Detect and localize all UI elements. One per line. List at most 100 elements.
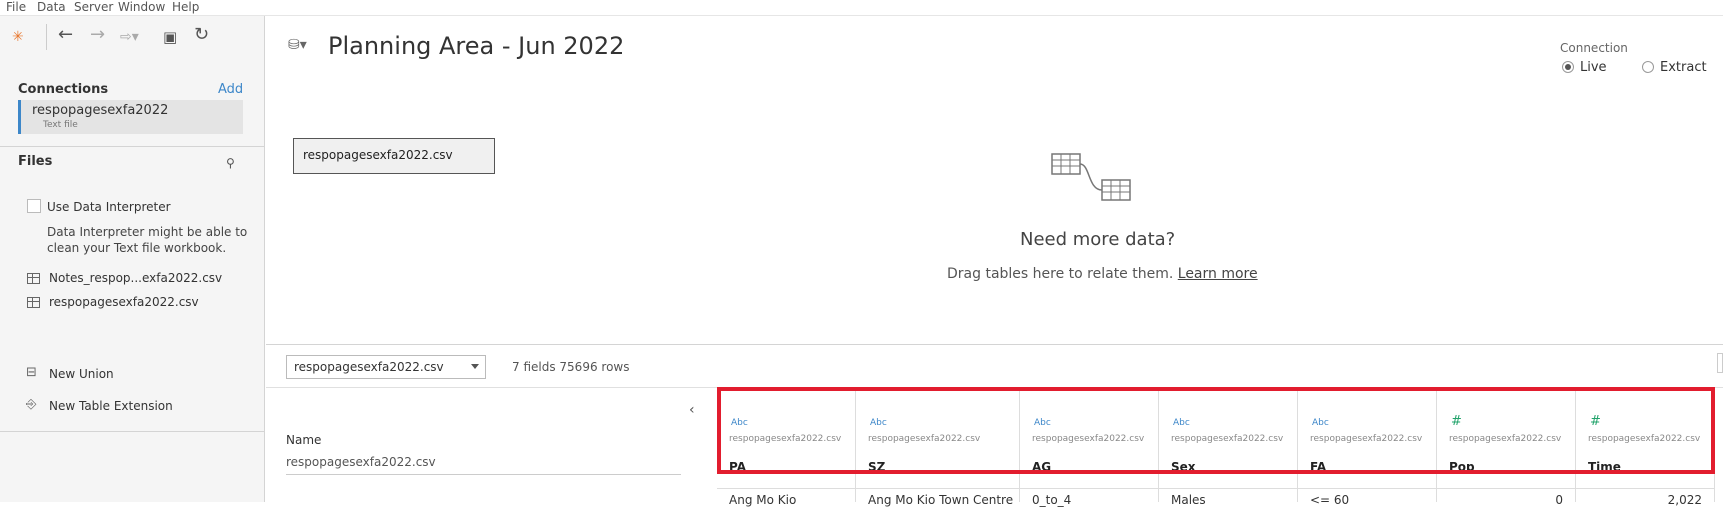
column-source: respopagesexfa2022.csv: [868, 434, 981, 444]
need-more-data-text: Drag tables here to relate them. Learn m…: [947, 266, 1258, 282]
table-cell: 2,022: [1576, 488, 1714, 507]
forward-arrow-icon[interactable]: →: [90, 26, 105, 44]
need-more-data-title: Need more data?: [1020, 229, 1176, 250]
add-connection-link[interactable]: Add: [218, 82, 243, 97]
column-pa[interactable]: Abc respopagesexfa2022.csv PA Ang Mo Kio: [717, 388, 856, 507]
page-title[interactable]: Planning Area - Jun 2022: [328, 32, 624, 60]
refresh-icon[interactable]: ↻: [194, 26, 209, 44]
column-header[interactable]: Abc respopagesexfa2022.csv Sex: [1159, 388, 1297, 488]
menu-bar: File Data Server Window Help: [0, 0, 1723, 16]
section-divider: [0, 146, 265, 147]
menu-file[interactable]: File: [6, 0, 26, 14]
menu-server[interactable]: Server: [74, 0, 113, 14]
save-icon[interactable]: ▣: [163, 28, 177, 46]
column-ag[interactable]: Abc respopagesexfa2022.csv AG 0_to_4: [1020, 388, 1159, 507]
table-select[interactable]: respopagesexfa2022.csv: [286, 355, 486, 379]
relate-tables-icon: [1051, 153, 1131, 201]
left-panel: ✳ ← → ⇨▾ ▣ ↻ Connections Add respopagese…: [0, 16, 265, 502]
column-name: Sex: [1171, 460, 1196, 474]
search-icon[interactable]: ⚲: [226, 156, 235, 170]
column-header[interactable]: # respopagesexfa2022.csv Time: [1576, 388, 1714, 488]
new-table-extension-item[interactable]: New Table Extension: [49, 399, 173, 413]
data-interpreter-label: Use Data Interpreter: [47, 200, 171, 214]
column-header[interactable]: Abc respopagesexfa2022.csv FA: [1298, 388, 1436, 488]
column-header[interactable]: Abc respopagesexfa2022.csv AG: [1020, 388, 1158, 488]
column-sex[interactable]: Abc respopagesexfa2022.csv Sex Males: [1159, 388, 1298, 507]
panel-divider: [266, 344, 1723, 345]
toolbar: ✳ ← → ⇨▾ ▣ ↻: [0, 16, 265, 60]
connection-item[interactable]: respopagesexfa2022 Text file: [18, 100, 243, 134]
table-select-value: respopagesexfa2022.csv: [294, 360, 444, 374]
column-name: Time: [1588, 460, 1621, 474]
number-type-icon[interactable]: #: [1590, 414, 1601, 429]
column-source: respopagesexfa2022.csv: [1449, 434, 1562, 444]
connection-name: respopagesexfa2022: [32, 103, 169, 118]
column-source: respopagesexfa2022.csv: [1588, 434, 1701, 444]
table-pill[interactable]: respopagesexfa2022.csv: [293, 138, 495, 174]
connections-title: Connections: [18, 82, 109, 97]
menu-help[interactable]: Help: [172, 0, 199, 14]
data-grid: Abc respopagesexfa2022.csv PA Ang Mo Kio…: [717, 388, 1723, 507]
column-header[interactable]: # respopagesexfa2022.csv Pop: [1437, 388, 1575, 488]
tableau-logo-icon[interactable]: ✳: [12, 28, 24, 46]
learn-more-link[interactable]: Learn more: [1178, 266, 1258, 282]
table-cell: Ang Mo Kio Town Centre: [856, 488, 1019, 507]
column-name: Pop: [1449, 460, 1475, 474]
column-header[interactable]: Abc respopagesexfa2022.csv PA: [717, 388, 855, 488]
file-item-respop[interactable]: respopagesexfa2022.csv: [49, 295, 199, 309]
panel-resize-handle[interactable]: [1717, 353, 1723, 373]
connection-label: Connection: [1560, 41, 1628, 55]
files-title: Files: [18, 154, 53, 169]
table-cell: Ang Mo Kio: [717, 488, 855, 507]
column-header[interactable]: Abc respopagesexfa2022.csv SZ: [856, 388, 1019, 488]
connection-type: Text file: [43, 120, 78, 130]
extract-label: Extract: [1660, 60, 1707, 75]
interpreter-hint-line-1: Data Interpreter might be able to: [47, 225, 248, 239]
live-label: Live: [1580, 60, 1607, 75]
back-arrow-icon[interactable]: ←: [58, 26, 73, 44]
table-extension-icon: ⎆: [26, 397, 37, 412]
collapse-chevron-icon[interactable]: ‹: [689, 402, 695, 418]
string-type-icon[interactable]: Abc: [731, 418, 748, 428]
column-pop[interactable]: # respopagesexfa2022.csv Pop 0: [1437, 388, 1576, 507]
table-cell: Males: [1159, 488, 1297, 507]
table-icon: [27, 273, 40, 284]
new-union-item[interactable]: New Union: [49, 367, 114, 381]
number-type-icon[interactable]: #: [1451, 414, 1462, 429]
string-type-icon[interactable]: Abc: [1034, 418, 1051, 428]
main-canvas: ⛁▾ Planning Area - Jun 2022 Connection L…: [266, 16, 1723, 507]
table-icon: [27, 297, 40, 308]
string-type-icon[interactable]: Abc: [1312, 418, 1329, 428]
string-type-icon[interactable]: Abc: [1173, 418, 1190, 428]
table-cell: <= 60: [1298, 488, 1436, 507]
column-sz[interactable]: Abc respopagesexfa2022.csv SZ Ang Mo Kio…: [856, 388, 1020, 507]
column-time[interactable]: # respopagesexfa2022.csv Time 2,022: [1576, 388, 1715, 507]
live-radio[interactable]: [1562, 61, 1574, 73]
redo-icon[interactable]: ⇨▾: [120, 28, 139, 46]
file-item-notes[interactable]: Notes_respop...exfa2022.csv: [49, 271, 222, 285]
interpreter-hint-line-2: clean your Text file workbook.: [47, 241, 227, 255]
column-fa[interactable]: Abc respopagesexfa2022.csv FA <= 60: [1298, 388, 1437, 507]
column-name: FA: [1310, 460, 1327, 474]
column-name: AG: [1032, 460, 1052, 474]
chevron-down-icon: [471, 364, 479, 369]
table-cell: 0: [1437, 488, 1575, 507]
extract-radio[interactable]: [1642, 61, 1654, 73]
string-type-icon[interactable]: Abc: [870, 418, 887, 428]
fields-info: 7 fields 75696 rows: [512, 360, 630, 374]
menu-window[interactable]: Window: [118, 0, 165, 14]
datasource-icon[interactable]: ⛁▾: [288, 37, 307, 53]
menu-data[interactable]: Data: [37, 0, 66, 14]
need-more-data-hint: Drag tables here to relate them.: [947, 266, 1174, 282]
data-interpreter-checkbox[interactable]: [27, 199, 41, 213]
column-source: respopagesexfa2022.csv: [1171, 434, 1284, 444]
metadata-name-label: Name: [286, 433, 322, 447]
column-source: respopagesexfa2022.csv: [729, 434, 842, 444]
column-name: PA: [729, 460, 746, 474]
column-source: respopagesexfa2022.csv: [1310, 434, 1423, 444]
column-source: respopagesexfa2022.csv: [1032, 434, 1145, 444]
section-divider: [0, 431, 265, 432]
metadata-name-input[interactable]: respopagesexfa2022.csv: [286, 455, 681, 475]
table-cell: 0_to_4: [1020, 488, 1158, 507]
toolbar-divider: [46, 24, 47, 50]
